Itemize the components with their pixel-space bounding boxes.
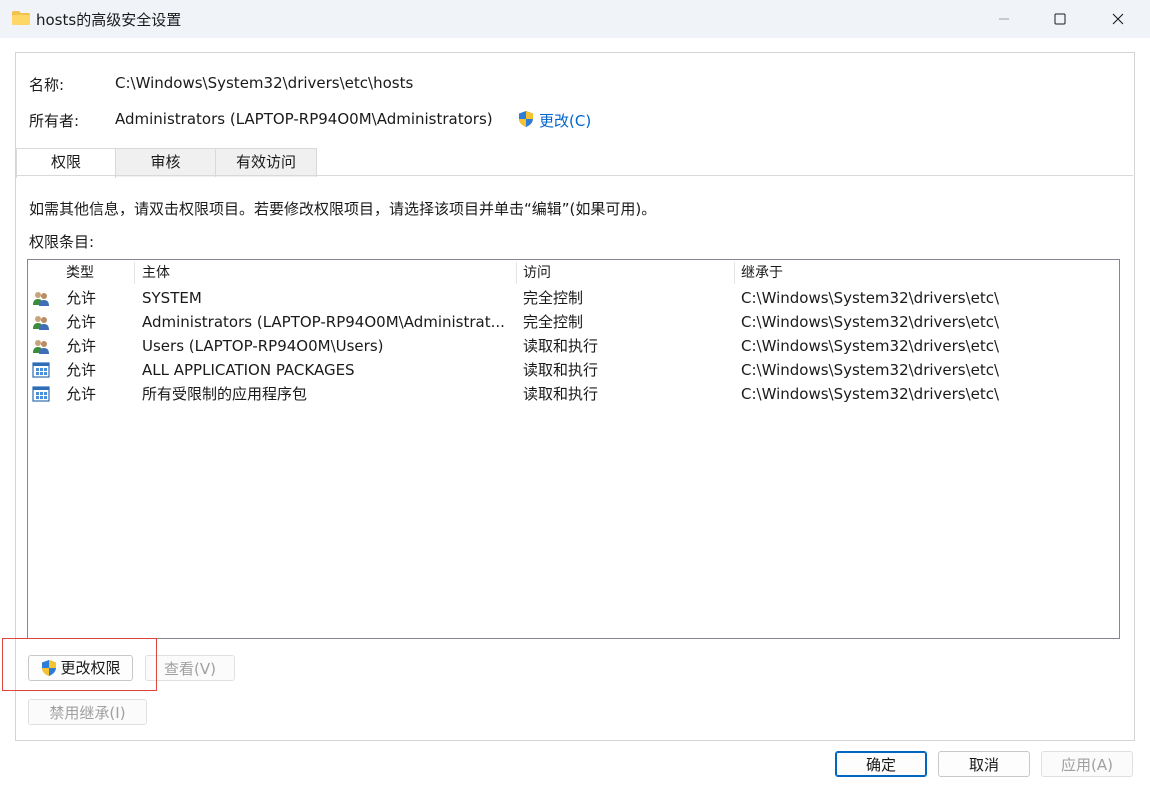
tab-auditing[interactable]: 审核	[115, 148, 216, 177]
table-row[interactable]: 允许 SYSTEM 完全控制 C:\Windows\System32\drive…	[28, 286, 1116, 310]
row-access: 完全控制	[523, 313, 584, 331]
tab-divider	[15, 175, 1133, 176]
info-text: 如需其他信息，请双击权限项目。若要修改权限项目，请选择该项目并单击“编辑”(如果…	[29, 200, 657, 218]
tab-permissions[interactable]: 权限	[16, 148, 116, 178]
row-inherited: C:\Windows\System32\drivers\etc\	[741, 337, 1000, 355]
apply-button[interactable]: 应用(A)	[1041, 751, 1133, 777]
name-label: 名称:	[29, 76, 65, 94]
row-access: 读取和执行	[523, 385, 599, 403]
row-inherited: C:\Windows\System32\drivers\etc\	[741, 361, 1000, 379]
entries-label: 权限条目:	[29, 233, 95, 251]
column-header-type[interactable]: 类型	[66, 261, 94, 285]
title-bar: hosts的高级安全设置	[0, 0, 1150, 38]
table-row[interactable]: 允许 Users (LAPTOP-RP94O0M\Users) 读取和执行 C:…	[28, 334, 1116, 358]
table-row[interactable]: 允许 ALL APPLICATION PACKAGES 读取和执行 C:\Win…	[28, 358, 1116, 382]
tab-effective-access[interactable]: 有效访问	[215, 148, 317, 177]
column-separator[interactable]	[516, 262, 517, 284]
row-principal: Administrators (LAPTOP-RP94O0M\Administr…	[142, 313, 505, 331]
close-icon	[1112, 13, 1124, 25]
row-principal: Users (LAPTOP-RP94O0M\Users)	[142, 337, 384, 355]
view-button[interactable]: 查看(V)	[145, 655, 235, 681]
minimize-icon	[999, 18, 1009, 20]
owner-label: 所有者:	[29, 112, 80, 130]
users-group-icon	[33, 292, 49, 306]
row-type: 允许	[66, 289, 97, 307]
row-inherited: C:\Windows\System32\drivers\etc\	[741, 289, 1000, 307]
uac-shield-icon	[519, 111, 533, 127]
cancel-button[interactable]: 取消	[938, 751, 1030, 777]
row-type: 允许	[66, 385, 97, 403]
row-principal: ALL APPLICATION PACKAGES	[142, 361, 355, 379]
maximize-icon	[1054, 13, 1066, 25]
users-group-icon	[33, 340, 49, 354]
row-access: 读取和执行	[523, 361, 599, 379]
row-principal: SYSTEM	[142, 289, 202, 307]
owner-change-link[interactable]: 更改(C)	[539, 110, 591, 131]
ok-button[interactable]: 确定	[835, 751, 927, 777]
folder-icon	[12, 11, 30, 25]
minimize-button[interactable]	[979, 0, 1029, 38]
table-row[interactable]: 允许 Administrators (LAPTOP-RP94O0M\Admini…	[28, 310, 1116, 334]
column-separator[interactable]	[734, 262, 735, 284]
row-type: 允许	[66, 337, 97, 355]
name-value: C:\Windows\System32\drivers\etc\hosts	[115, 74, 414, 92]
row-access: 读取和执行	[523, 337, 599, 355]
highlight-box	[2, 638, 157, 691]
column-header-access[interactable]: 访问	[523, 261, 551, 285]
row-type: 允许	[66, 313, 97, 331]
row-access: 完全控制	[523, 289, 584, 307]
close-button[interactable]	[1093, 0, 1143, 38]
window-title: hosts的高级安全设置	[36, 11, 182, 29]
users-group-icon	[33, 316, 49, 330]
row-inherited: C:\Windows\System32\drivers\etc\	[741, 385, 1000, 403]
owner-value: Administrators (LAPTOP-RP94O0M\Administr…	[115, 110, 493, 128]
row-inherited: C:\Windows\System32\drivers\etc\	[741, 313, 1000, 331]
column-separator[interactable]	[134, 262, 135, 284]
app-package-icon	[32, 386, 50, 402]
disable-inheritance-button[interactable]: 禁用继承(I)	[28, 699, 147, 725]
app-package-icon	[32, 362, 50, 378]
row-principal: 所有受限制的应用程序包	[142, 385, 308, 403]
column-header-inherited-from[interactable]: 继承于	[741, 261, 783, 285]
column-header-principal[interactable]: 主体	[142, 261, 170, 285]
maximize-button[interactable]	[1035, 0, 1085, 38]
row-type: 允许	[66, 361, 97, 379]
table-row[interactable]: 允许 所有受限制的应用程序包 读取和执行 C:\Windows\System32…	[28, 382, 1116, 406]
